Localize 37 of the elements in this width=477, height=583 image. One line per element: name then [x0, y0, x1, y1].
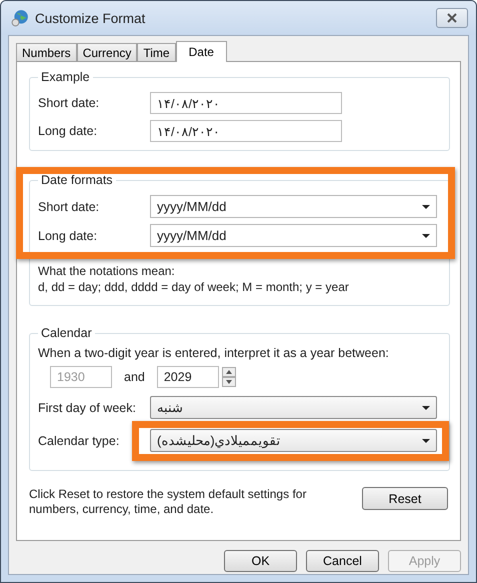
caret-icon: [422, 406, 430, 410]
dropdown[interactable]: yyyy/MM/dd: [150, 195, 437, 218]
group-title: Date formats: [40, 173, 114, 187]
close-button[interactable]: [436, 8, 468, 28]
dialog-button[interactable]: Cancel: [306, 550, 379, 572]
dropdown[interactable]: شنبه: [150, 396, 437, 419]
year-field[interactable]: 2029: [156, 366, 219, 388]
dropdown[interactable]: تقويممیلادي(محليشده): [150, 429, 437, 452]
note-text: What the notations mean:: [38, 263, 176, 279]
close-icon: [446, 13, 458, 23]
reset-button[interactable]: Reset: [362, 487, 448, 510]
group-title: Example: [40, 70, 91, 84]
group-title: Calendar: [40, 326, 93, 340]
field-label: Short date:: [38, 200, 100, 214]
caret-icon: [422, 438, 430, 442]
text-field[interactable]: ۱۴/۰۸/۲۰۲۰: [150, 120, 342, 142]
note-text: d, dd = day; ddd, dddd = day of week; M = month; y = year: [38, 279, 350, 295]
globe-icon: [11, 9, 29, 27]
field-label: First day of week:: [38, 400, 137, 414]
field-label: Calendar type:: [38, 434, 120, 448]
text-field[interactable]: ۱۴/۰۸/۲۰۲۰: [150, 92, 342, 114]
caret-icon: [422, 234, 430, 238]
instruction-text: When a two-digit year is entered, interpret it as a year between:: [38, 346, 390, 360]
dropdown[interactable]: yyyy/MM/dd: [150, 224, 437, 247]
tab[interactable]: Time: [137, 43, 176, 61]
tab[interactable]: Numbers: [16, 43, 77, 61]
tab[interactable]: Currency: [76, 43, 138, 61]
dialog-button[interactable]: OK: [224, 550, 297, 572]
and-label: and: [124, 370, 145, 384]
window-title: Customize Format: [35, 10, 146, 26]
field-label: Long date:: [38, 228, 98, 242]
tab[interactable]: Date: [176, 41, 227, 62]
field-label: Short date:: [38, 96, 100, 110]
field-label: Long date:: [38, 124, 98, 138]
caret-icon: [422, 204, 430, 208]
reset-hint: Click Reset to restore the system default settings for numbers, currency, time, and date.: [29, 487, 308, 517]
spin-button[interactable]: [222, 367, 236, 387]
